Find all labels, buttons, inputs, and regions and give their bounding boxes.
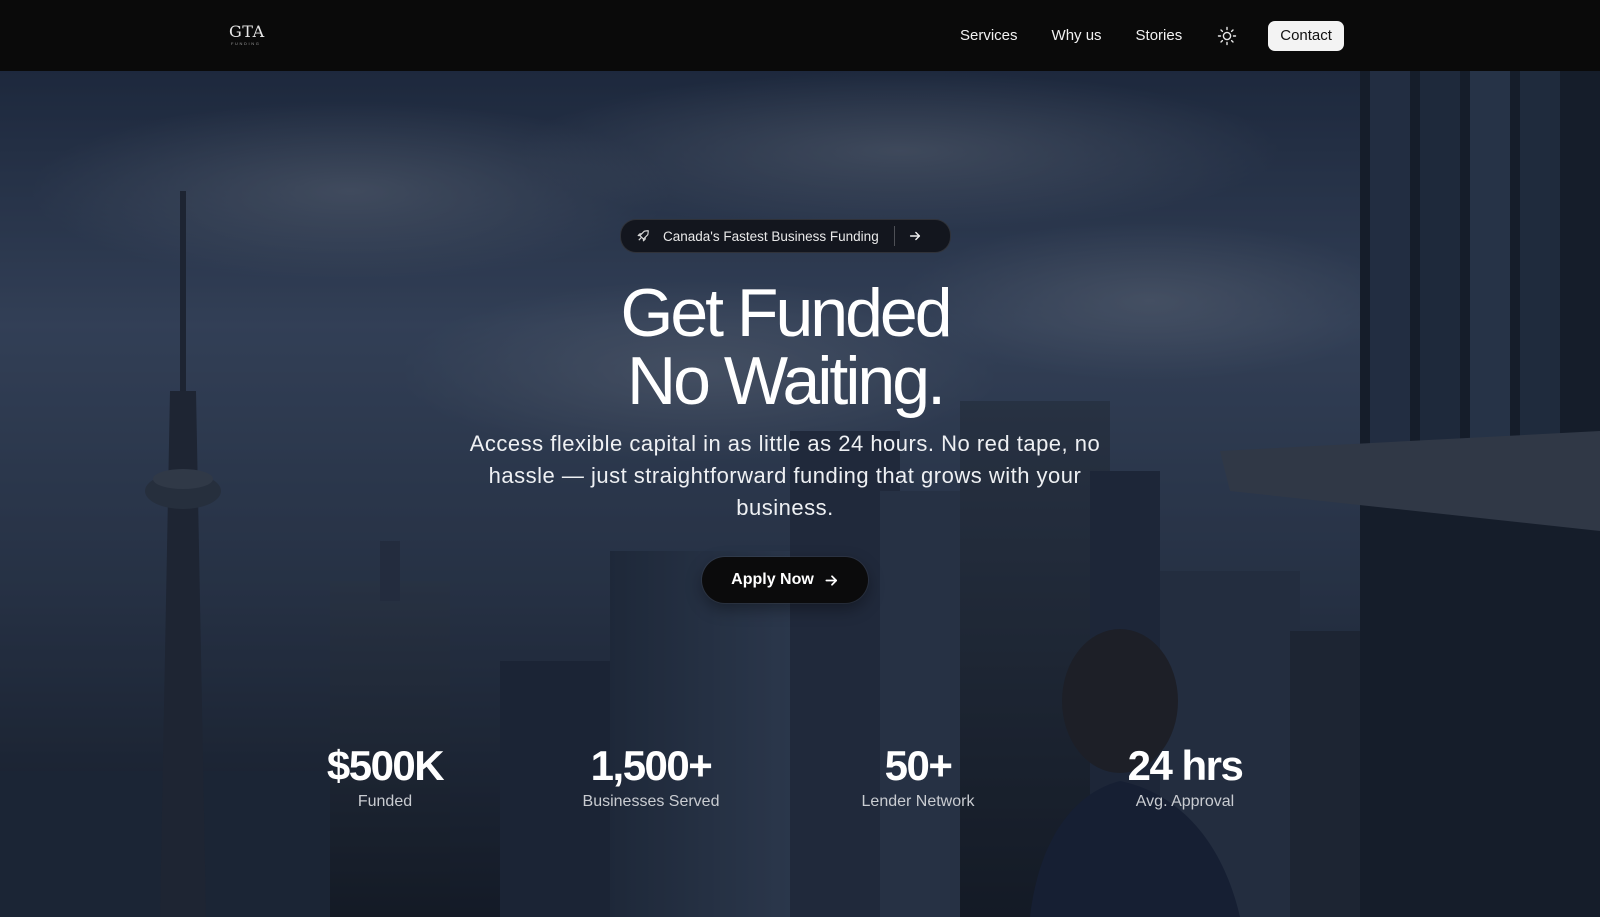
badge-divider <box>893 226 895 246</box>
nav-link-stories[interactable]: Stories <box>1136 27 1183 44</box>
apply-now-label: Apply Now <box>731 571 814 588</box>
arrow-right-icon <box>909 231 920 241</box>
stat-label: Avg. Approval <box>1135 793 1235 810</box>
nav-link-services[interactable]: Services <box>960 27 1018 44</box>
sun-icon[interactable] <box>1216 25 1238 47</box>
stat-value: 1,500+ <box>590 742 713 789</box>
stat-label: Funded <box>357 793 413 810</box>
top-navbar: GTA FUNDING Services Why us Stories Cont… <box>0 0 1600 71</box>
hero-badge-text: Canada's Fastest Business Funding <box>663 228 879 244</box>
arrow-right-icon <box>825 574 837 586</box>
headline-line-1: Get Funded <box>620 275 952 351</box>
stat-businesses-served: 1,500+ Businesses Served <box>541 743 761 811</box>
hero-section: Canada's Fastest Business Funding Get Fu… <box>0 71 1600 917</box>
stat-value: 24 hrs <box>1127 742 1244 789</box>
stat-lender-network: 50+ Lender Network <box>808 743 1028 811</box>
logo-text: GTA <box>229 22 265 41</box>
hero-badge[interactable]: Canada's Fastest Business Funding <box>620 219 951 253</box>
logo-subtext: FUNDING <box>231 41 261 46</box>
brand-logo[interactable]: GTA FUNDING <box>229 20 269 46</box>
nav-link-why-us[interactable]: Why us <box>1052 27 1102 44</box>
rocket-icon <box>637 230 649 242</box>
stat-label: Businesses Served <box>582 793 720 810</box>
stat-value: $500K <box>326 742 445 789</box>
hero-subtext: Access flexible capital in as little as … <box>469 431 1101 520</box>
stat-label: Lender Network <box>861 793 975 810</box>
nav-links: Services Why us Stories Contact <box>960 0 1344 71</box>
hero-headline: Get Funded No Waiting. <box>500 279 1070 415</box>
headline-line-2: No Waiting. <box>627 343 946 419</box>
apply-now-button[interactable]: Apply Now <box>702 557 868 603</box>
stat-value: 50+ <box>884 742 953 789</box>
stat-funded: $500K Funded <box>275 743 495 811</box>
contact-button[interactable]: Contact <box>1268 20 1344 51</box>
stat-avg-approval: 24 hrs Avg. Approval <box>1075 743 1295 811</box>
